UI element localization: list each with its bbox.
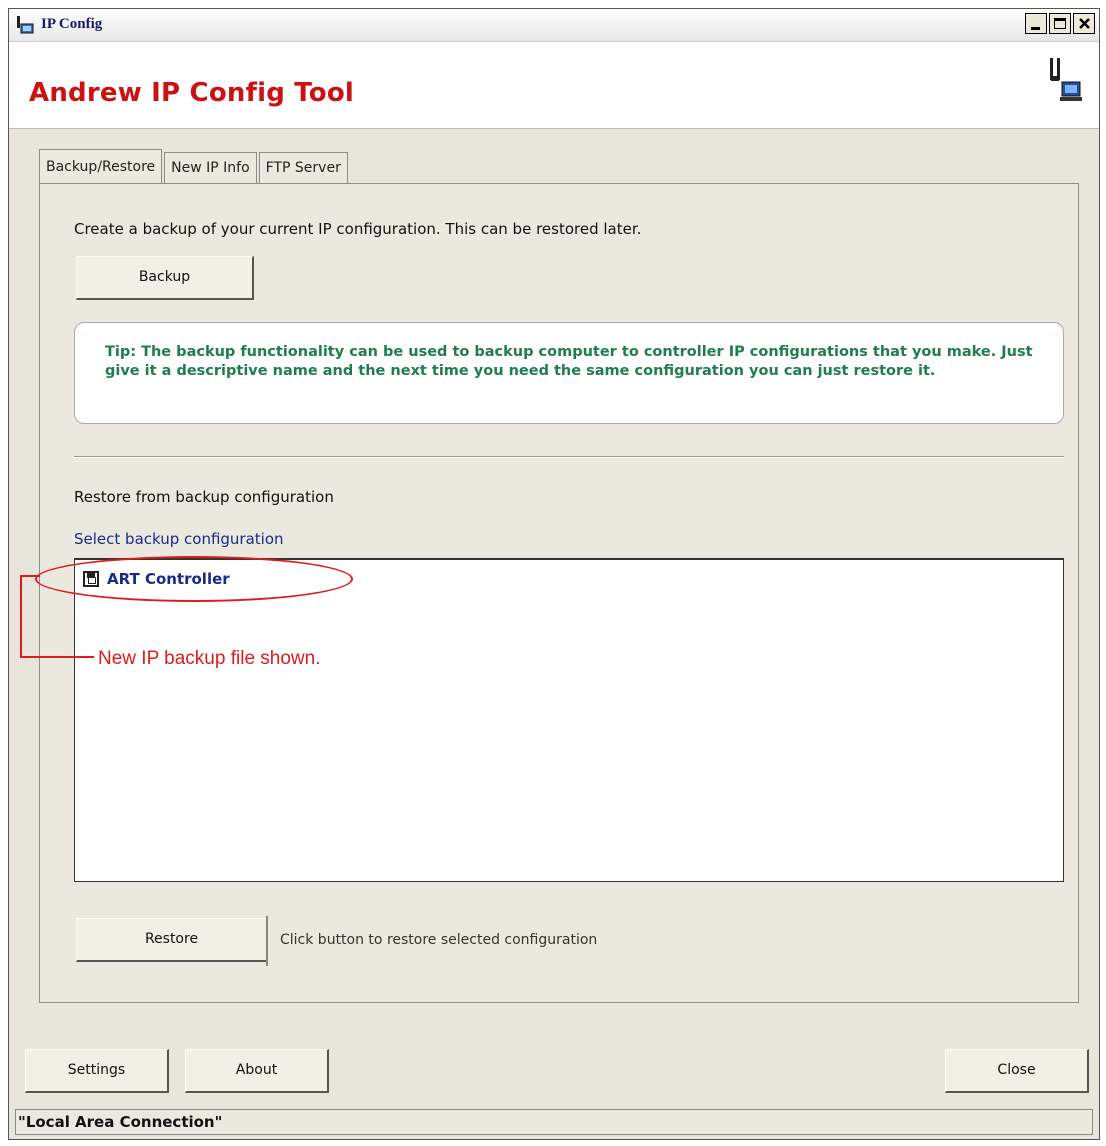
tab-ftp-server[interactable]: FTP Server <box>258 152 348 183</box>
tip-box: Tip: The backup functionality can be use… <box>74 322 1064 424</box>
annotation-text: New IP backup file shown. <box>98 648 321 669</box>
tab-bar: Backup/Restore New IP Info FTP Server <box>39 147 350 184</box>
tab-backup-restore[interactable]: Backup/Restore <box>39 149 163 184</box>
header-banner: Andrew IP Config Tool <box>9 42 1099 129</box>
title-bar[interactable]: IP Config <box>9 9 1099 42</box>
close-icon <box>1079 18 1090 29</box>
annotation-connector <box>20 575 22 657</box>
close-window-button[interactable] <box>1073 13 1095 34</box>
maximize-icon <box>1054 18 1066 29</box>
tip-text: Tip: The backup functionality can be use… <box>105 344 1033 379</box>
annotation-connector <box>20 575 40 577</box>
separator <box>266 916 268 966</box>
backup-button[interactable]: Backup <box>76 256 254 300</box>
status-text: "Local Area Connection" <box>18 1113 223 1131</box>
app-icon <box>17 16 34 34</box>
app-heading: Andrew IP Config Tool <box>29 78 355 108</box>
backup-config-list[interactable]: ART Controller <box>74 558 1064 882</box>
restore-hint: Click button to restore selected configu… <box>280 932 598 948</box>
annotation-oval <box>35 556 353 602</box>
settings-button[interactable]: Settings <box>25 1049 169 1093</box>
status-bar: "Local Area Connection" <box>15 1109 1093 1135</box>
minimize-button[interactable] <box>1025 13 1047 34</box>
minimize-icon <box>1031 27 1040 30</box>
network-computer-icon <box>1050 58 1082 101</box>
window-title: IP Config <box>41 16 103 32</box>
restore-button[interactable]: Restore <box>76 918 268 962</box>
tab-new-ip-info[interactable]: New IP Info <box>164 152 257 183</box>
select-backup-label: Select backup configuration <box>74 530 284 548</box>
section-divider <box>74 456 1064 458</box>
backup-description: Create a backup of your current IP confi… <box>74 220 642 238</box>
annotation-connector <box>20 656 94 658</box>
close-button[interactable]: Close <box>945 1049 1089 1093</box>
about-button[interactable]: About <box>185 1049 329 1093</box>
maximize-button[interactable] <box>1049 13 1071 34</box>
restore-heading: Restore from backup configuration <box>74 488 334 506</box>
